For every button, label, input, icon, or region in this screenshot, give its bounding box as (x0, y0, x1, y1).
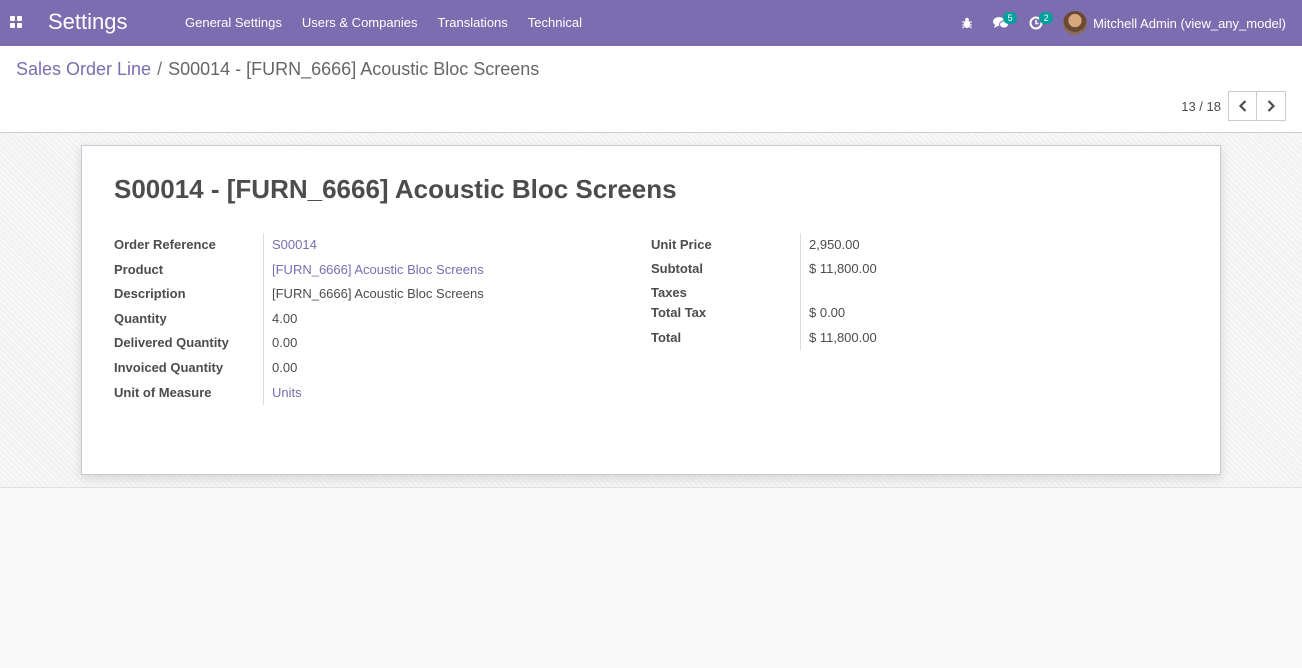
avatar (1063, 11, 1088, 35)
invoiced-quantity-value: 0.00 (272, 359, 298, 375)
field-delivered-quantity: Delivered Quantity 0.00 (114, 331, 492, 356)
field-label: Delivered Quantity (114, 331, 264, 356)
bug-icon (962, 17, 973, 29)
delivered-quantity-value: 0.00 (272, 335, 298, 351)
breadcrumb-separator: / (157, 59, 163, 79)
pager-previous-button[interactable] (1228, 91, 1257, 121)
pager-value[interactable]: 13 / 18 (1181, 99, 1221, 114)
menu-users-companies[interactable]: Users & Companies (292, 0, 428, 46)
field-label: Total Tax (651, 301, 801, 326)
activities-button[interactable]: 2 (1019, 0, 1054, 46)
apps-icon[interactable] (10, 16, 23, 28)
field-label: Quantity (114, 306, 264, 332)
menu-technical[interactable]: Technical (518, 0, 592, 46)
field-subtotal: Subtotal $ 11,800.00 (651, 257, 885, 281)
pager-next-button[interactable] (1257, 91, 1286, 121)
top-navbar: Settings General Settings Users & Compan… (0, 0, 1302, 46)
field-label: Description (114, 282, 264, 307)
breadcrumb-parent[interactable]: Sales Order Line (16, 59, 151, 80)
subtotal-value: $ 11,800.00 (809, 261, 877, 276)
right-field-group: Unit Price 2,950.00 Subtotal $ 11,800.00… (651, 233, 885, 350)
unit-of-measure-link[interactable]: Units (264, 381, 310, 406)
user-menu[interactable]: Mitchell Admin (view_any_model) (1053, 0, 1302, 46)
taxes-value (801, 281, 817, 301)
field-invoiced-quantity: Invoiced Quantity 0.00 (114, 355, 492, 381)
breadcrumb-current: S00014 - [FURN_6666] Acoustic Bloc Scree… (168, 59, 540, 79)
field-label: Subtotal (651, 257, 801, 281)
field-product: Product [FURN_6666] Acoustic Bloc Screen… (114, 257, 492, 283)
field-order-reference: Order Reference S00014 (114, 233, 492, 258)
pager: 13 / 18 (1181, 91, 1286, 121)
field-label: Order Reference (114, 233, 264, 258)
product-link[interactable]: [FURN_6666] Acoustic Bloc Screens (264, 258, 492, 283)
menu-general-settings[interactable]: General Settings (175, 0, 292, 46)
record-title: S00014 - [FURN_6666] Acoustic Bloc Scree… (114, 174, 677, 204)
activities-badge: 2 (1039, 12, 1054, 24)
systray: 5 2 Mitchell Admin (view_any_model) (951, 0, 1302, 46)
chevron-left-icon (1238, 100, 1246, 112)
field-total-tax: Total Tax $ 0.00 (651, 301, 885, 326)
total-value: $ 11,800.00 (809, 330, 877, 345)
messages-button[interactable]: 5 (983, 0, 1019, 46)
field-taxes: Taxes (651, 281, 885, 301)
form-view: S00014 - [FURN_6666] Acoustic Bloc Scree… (0, 133, 1302, 488)
field-label: Unit of Measure (114, 380, 264, 406)
description-value: [FURN_6666] Acoustic Bloc Screens (272, 286, 484, 302)
field-unit-of-measure: Unit of Measure Units (114, 380, 492, 406)
order-reference-link[interactable]: S00014 (264, 233, 325, 258)
debug-button[interactable] (951, 0, 983, 46)
field-total: Total $ 11,800.00 (651, 326, 885, 350)
field-unit-price: Unit Price 2,950.00 (651, 233, 885, 257)
control-panel: Sales Order Line / S00014 - [FURN_6666] … (0, 46, 1302, 133)
field-label: Invoiced Quantity (114, 355, 264, 381)
total-tax-value: $ 0.00 (809, 305, 846, 320)
unit-price-value: 2,950.00 (809, 237, 860, 252)
field-quantity: Quantity 4.00 (114, 306, 492, 332)
field-label: Product (114, 257, 264, 283)
field-label: Taxes (651, 281, 801, 301)
main-menu: General Settings Users & Companies Trans… (175, 0, 592, 46)
chevron-right-icon (1267, 100, 1276, 112)
left-field-group: Order Reference S00014 Product [FURN_666… (114, 233, 492, 406)
form-sheet: S00014 - [FURN_6666] Acoustic Bloc Scree… (81, 145, 1221, 475)
field-label: Unit Price (651, 233, 801, 257)
field-label: Total (651, 326, 801, 350)
messages-badge: 5 (1003, 12, 1018, 24)
quantity-value: 4.00 (272, 310, 298, 326)
field-description: Description [FURN_6666] Acoustic Bloc Sc… (114, 282, 492, 307)
user-name: Mitchell Admin (view_any_model) (1093, 15, 1286, 31)
breadcrumb: Sales Order Line / S00014 - [FURN_6666] … (16, 59, 539, 80)
app-title[interactable]: Settings (48, 9, 128, 35)
menu-translations[interactable]: Translations (427, 0, 517, 46)
